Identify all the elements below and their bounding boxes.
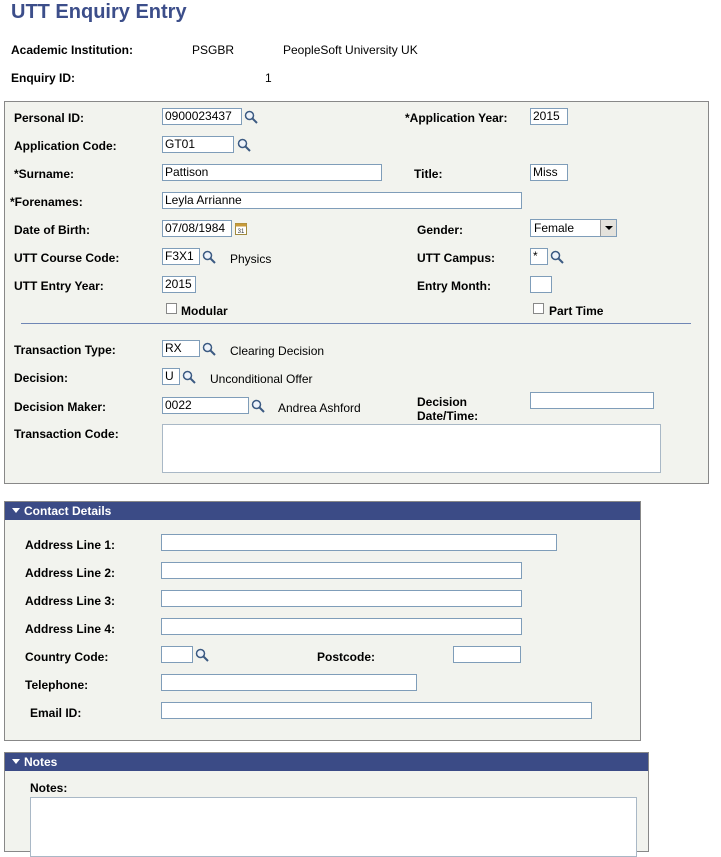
transaction-type-description: Clearing Decision xyxy=(230,344,325,358)
postcode-label: Postcode: xyxy=(317,650,376,664)
transaction-type-field[interactable]: RX xyxy=(162,340,200,357)
modular-label: Modular xyxy=(181,304,228,318)
decision-datetime-label-line1: Decision xyxy=(417,395,468,409)
address-line-4-field[interactable] xyxy=(161,618,522,635)
decision-maker-lookup-icon[interactable] xyxy=(251,399,265,413)
campus-lookup-icon[interactable] xyxy=(550,250,564,264)
transaction-type-label: Transaction Type: xyxy=(14,343,116,357)
transaction-type-lookup-icon[interactable] xyxy=(202,342,216,356)
dob-field[interactable]: 07/08/1984 xyxy=(162,220,232,237)
contact-details-section: Contact Details Address Line 1: Address … xyxy=(4,501,641,741)
forenames-label: *Forenames: xyxy=(10,195,83,209)
application-code-label: Application Code: xyxy=(14,139,117,153)
personal-id-lookup-icon[interactable] xyxy=(244,110,258,124)
personal-id-field[interactable]: 0900023437 xyxy=(162,108,242,125)
decision-label: Decision: xyxy=(14,371,69,385)
collapse-triangle-icon[interactable] xyxy=(12,508,20,513)
part-time-checkbox[interactable] xyxy=(533,303,544,314)
decision-maker-name: Andrea Ashford xyxy=(278,401,361,415)
decision-description: Unconditional Offer xyxy=(210,372,313,386)
course-code-label: UTT Course Code: xyxy=(14,251,120,265)
address-line-3-field[interactable] xyxy=(161,590,522,607)
title-field[interactable]: Miss xyxy=(530,164,568,181)
dropdown-arrow-icon[interactable] xyxy=(600,220,616,236)
course-description: Physics xyxy=(230,252,272,266)
notes-section: Notes Notes: xyxy=(4,752,649,857)
address-line-2-field[interactable] xyxy=(161,562,522,579)
surname-field[interactable]: Pattison xyxy=(162,164,382,181)
forenames-field[interactable]: Leyla Arrianne xyxy=(162,192,522,209)
email-id-label: Email ID: xyxy=(30,706,82,720)
telephone-label: Telephone: xyxy=(25,678,89,692)
campus-label: UTT Campus: xyxy=(417,251,495,265)
gender-select[interactable]: Female xyxy=(530,219,617,237)
collapse-triangle-icon[interactable] xyxy=(12,759,20,764)
calendar-icon[interactable] xyxy=(235,222,247,235)
contact-details-title: Contact Details xyxy=(24,504,112,518)
country-code-label: Country Code: xyxy=(25,650,109,664)
postcode-field[interactable] xyxy=(453,646,521,663)
personal-id-label: Personal ID: xyxy=(14,111,85,125)
application-code-lookup-icon[interactable] xyxy=(237,138,251,152)
address-line-2-label: Address Line 2: xyxy=(25,566,116,580)
entry-year-label: UTT Entry Year: xyxy=(14,279,104,293)
address-line-1-field[interactable] xyxy=(161,534,557,551)
decision-maker-field[interactable]: 0022 xyxy=(162,397,249,414)
notes-label: Notes: xyxy=(30,781,68,795)
transaction-code-label: Transaction Code: xyxy=(14,427,119,441)
entry-month-field[interactable] xyxy=(530,276,552,293)
page-title: UTT Enquiry Entry xyxy=(11,1,187,23)
notes-header[interactable]: Notes xyxy=(5,753,648,771)
decision-maker-label: Decision Maker: xyxy=(14,400,107,414)
gender-value: Female xyxy=(534,221,575,235)
institution-label: Academic Institution: xyxy=(11,43,134,57)
enquiry-id-value: 1 xyxy=(265,71,272,85)
address-line-4-label: Address Line 4: xyxy=(25,622,116,636)
course-code-lookup-icon[interactable] xyxy=(202,250,216,264)
enquiry-details-panel: Personal ID: 0900023437 *Application Yea… xyxy=(4,101,709,484)
title-label: Title: xyxy=(414,167,443,181)
decision-field[interactable]: U xyxy=(162,368,180,385)
surname-label: *Surname: xyxy=(14,167,75,181)
part-time-label: Part Time xyxy=(549,304,604,318)
address-line-1-label: Address Line 1: xyxy=(25,538,116,552)
enquiry-id-label: Enquiry ID: xyxy=(11,71,76,85)
country-code-field[interactable] xyxy=(161,646,193,663)
contact-details-header[interactable]: Contact Details xyxy=(5,502,640,520)
email-id-field[interactable] xyxy=(161,702,592,719)
application-year-label: *Application Year: xyxy=(405,111,508,125)
gender-label: Gender: xyxy=(417,223,464,237)
dob-label: Date of Birth: xyxy=(14,223,90,237)
decision-datetime-label-line2: Date/Time: xyxy=(417,409,479,423)
address-line-3-label: Address Line 3: xyxy=(25,594,116,608)
modular-checkbox[interactable] xyxy=(166,303,177,314)
application-code-field[interactable]: GT01 xyxy=(162,136,234,153)
application-year-field[interactable]: 2015 xyxy=(530,108,568,125)
decision-datetime-field[interactable] xyxy=(530,392,654,409)
campus-field[interactable]: * xyxy=(530,248,548,265)
divider xyxy=(21,323,691,324)
country-code-lookup-icon[interactable] xyxy=(195,648,209,662)
institution-code: PSGBR xyxy=(192,43,235,57)
notes-title: Notes xyxy=(24,755,58,769)
telephone-field[interactable] xyxy=(161,674,417,691)
institution-name: PeopleSoft University UK xyxy=(283,43,418,57)
course-code-field[interactable]: F3X1 xyxy=(162,248,200,265)
entry-month-label: Entry Month: xyxy=(417,279,491,293)
transaction-code-textarea[interactable] xyxy=(162,424,661,473)
entry-year-field[interactable]: 2015 xyxy=(162,276,196,293)
notes-textarea[interactable] xyxy=(30,797,637,857)
decision-lookup-icon[interactable] xyxy=(182,370,196,384)
